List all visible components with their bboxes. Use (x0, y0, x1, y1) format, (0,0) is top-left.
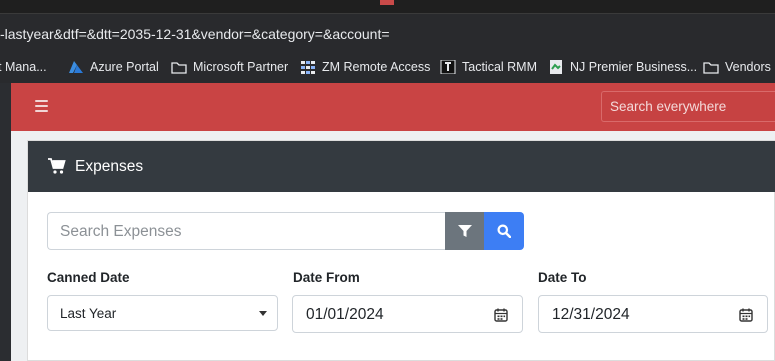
date-to-input[interactable]: 12/31/2024 (538, 295, 768, 333)
date-from-label: Date From (293, 270, 360, 285)
page-icon (550, 60, 562, 74)
bookmark-item-zm-remote[interactable]: ZM Remote Access (300, 60, 430, 74)
browser-tab-strip (0, 0, 775, 13)
folder-icon (703, 62, 719, 74)
card-header: Expenses (28, 141, 775, 192)
bookmark-item-vendors[interactable]: Vendors (703, 60, 771, 74)
bookmark-item-1[interactable]: t Mana... (0, 60, 47, 74)
bookmark-label: Azure Portal (90, 60, 159, 74)
bookmark-label: ZM Remote Access (322, 60, 431, 74)
date-from-input[interactable]: 01/01/2024 (292, 295, 523, 333)
canned-date-label: Canned Date (47, 270, 130, 285)
calendar-icon[interactable] (494, 308, 508, 322)
canned-date-value: Last Year (60, 306, 117, 321)
calendar-icon[interactable] (739, 308, 753, 322)
bookmark-label: t Mana... (0, 60, 47, 74)
bookmark-label: Vendors (725, 60, 771, 74)
global-search-input[interactable]: Search everywhere (601, 91, 775, 122)
bookmark-item-azure[interactable]: Azure Portal (68, 60, 159, 74)
grid-icon (301, 61, 315, 74)
address-url[interactable]: -lastyear&dtf=&dtt=2035-12-31&vendor=&ca… (0, 26, 390, 42)
bookmark-item-tactical-rmm[interactable]: Tactical RMM (440, 60, 537, 74)
filter-icon (457, 225, 472, 237)
date-to-value: 12/31/2024 (552, 306, 630, 323)
date-from-value: 01/01/2024 (306, 306, 384, 323)
bookmark-item-microsoft-partner[interactable]: Microsoft Partner (171, 60, 288, 74)
cart-icon (48, 158, 66, 174)
canned-date-select[interactable]: Last Year (47, 295, 278, 331)
card-title: Expenses (75, 158, 144, 175)
folder-icon (171, 62, 187, 74)
bookmark-label: Tactical RMM (462, 60, 538, 74)
filter-button[interactable] (445, 212, 484, 250)
bookmarks-bar: t Mana... Azure Portal Microsoft Partner… (0, 54, 775, 83)
search-icon (497, 224, 511, 238)
address-bar[interactable]: -lastyear&dtf=&dtt=2035-12-31&vendor=&ca… (0, 13, 775, 54)
expense-search-input[interactable]: Search Expenses (47, 212, 445, 250)
app-header: Search everywhere (11, 83, 775, 131)
chevron-down-icon (259, 311, 267, 316)
sidebar-logo-fragment (0, 101, 6, 121)
date-to-label: Date To (538, 270, 587, 285)
bookmark-label: NJ Premier Business... (570, 60, 698, 74)
tab-accent (380, 0, 394, 5)
menu-toggle-icon[interactable] (35, 100, 48, 112)
sidebar-collapsed (0, 83, 11, 361)
tactical-icon (440, 60, 456, 74)
search-button[interactable] (484, 212, 524, 250)
bookmark-label: Microsoft Partner (193, 60, 289, 74)
azure-icon (69, 61, 83, 73)
bookmark-item-nj-premier[interactable]: NJ Premier Business... (548, 60, 697, 74)
expenses-card: Expenses Search Expenses Canned Date Dat… (27, 140, 775, 361)
main-content: Expenses Search Expenses Canned Date Dat… (11, 131, 775, 361)
